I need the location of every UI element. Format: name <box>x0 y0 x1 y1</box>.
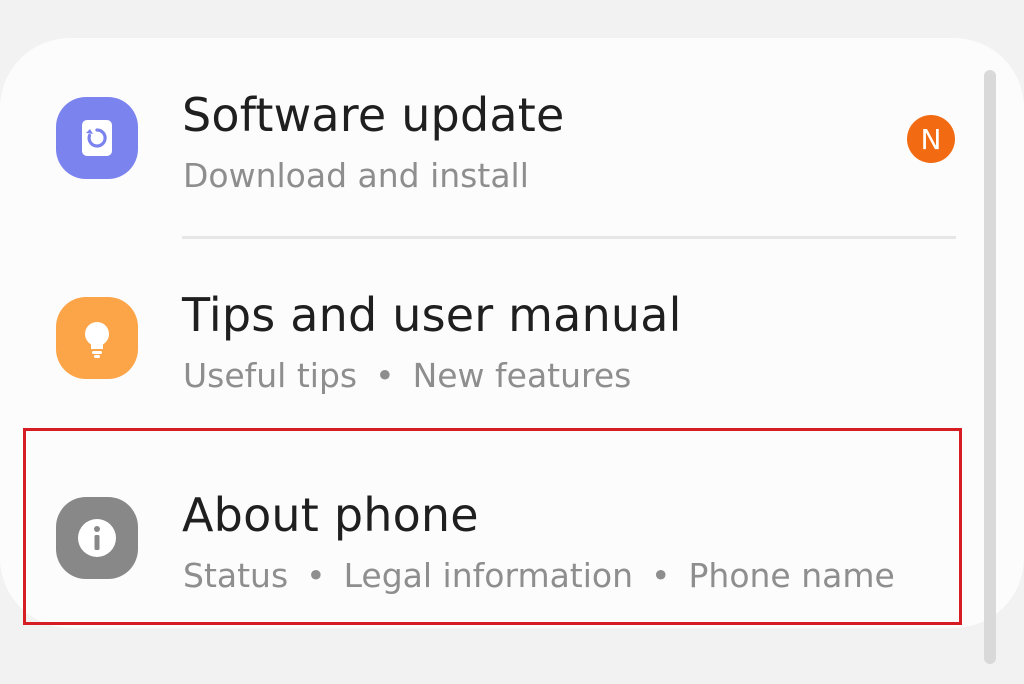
separator-dot: • <box>306 556 326 595</box>
subtitle-part: Status <box>183 556 289 595</box>
separator-dot: • <box>375 356 395 395</box>
scrollbar[interactable] <box>984 70 996 664</box>
subtitle-part: Phone name <box>688 556 895 595</box>
settings-item-software-update[interactable]: Software update Download and install N <box>0 38 1024 239</box>
item-subtitle: Status • Legal information • Phone name <box>183 556 895 595</box>
settings-item-about-phone[interactable]: About phone Status • Legal information • Pho… <box>0 438 1024 628</box>
subtitle-part: New features <box>412 356 632 395</box>
separator-dot: • <box>651 556 671 595</box>
settings-item-tips-and-user-manual[interactable]: Tips and user manual Useful tips • New fea… <box>0 238 1024 438</box>
lightbulb-icon <box>56 297 138 379</box>
settings-card: Software update Download and install N T… <box>0 38 1024 628</box>
subtitle-part: Legal information <box>343 556 634 595</box>
item-title: About phone <box>182 488 479 542</box>
subtitle-part: Useful tips <box>183 356 358 395</box>
new-badge: N <box>907 115 955 163</box>
item-subtitle: Download and install <box>183 156 529 195</box>
settings-screen: Software update Download and install N T… <box>0 0 1024 684</box>
software-update-icon <box>56 97 138 179</box>
item-subtitle: Useful tips • New features <box>183 356 631 395</box>
item-title: Software update <box>182 88 565 142</box>
item-title: Tips and user manual <box>182 288 682 342</box>
info-icon <box>56 497 138 579</box>
